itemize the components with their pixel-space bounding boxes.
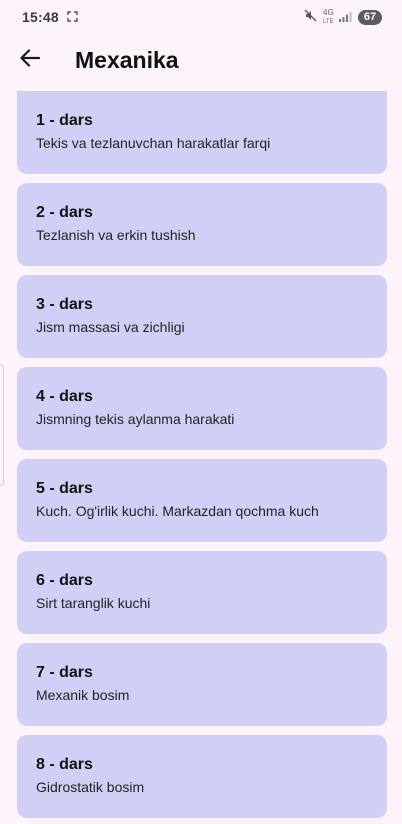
lesson-topic: Jismning tekis aylanma harakati xyxy=(36,411,235,427)
back-button[interactable] xyxy=(16,46,44,74)
lesson-topic: Gidrostatik bosim xyxy=(36,779,145,795)
arrow-left-icon xyxy=(20,48,41,72)
lesson-number: 7 - dars xyxy=(36,664,93,681)
network-type-indicator: 4G LTE xyxy=(323,7,334,26)
lesson-card-5[interactable]: 5 - dars Kuch. Og'irlik kuchi. Markazdan… xyxy=(17,459,387,542)
lesson-number: 6 - dars xyxy=(36,572,93,589)
status-time: 15:48 xyxy=(22,9,59,25)
lesson-card-8[interactable]: 8 - dars Gidrostatik bosim xyxy=(17,735,387,818)
lesson-topic: Kuch. Og'irlik kuchi. Markazdan qochma k… xyxy=(36,503,319,519)
battery-indicator: 67 xyxy=(358,9,382,25)
lesson-card-7[interactable]: 7 - dars Mexanik bosim xyxy=(17,643,387,726)
lesson-number: 3 - dars xyxy=(36,296,93,313)
lesson-number: 1 - dars xyxy=(36,112,93,129)
lesson-card-6[interactable]: 6 - dars Sirt taranglik kuchi xyxy=(17,551,387,634)
lesson-topic: Jism massasi va zichligi xyxy=(36,319,185,335)
lesson-list[interactable]: 1 - dars Tekis va tezlanuvchan harakatla… xyxy=(17,91,387,824)
status-right: 4G LTE 67 xyxy=(304,7,382,26)
lesson-card-3[interactable]: 3 - dars Jism massasi va zichligi xyxy=(17,275,387,358)
lesson-number: 8 - dars xyxy=(36,756,93,773)
status-bar: 15:48 4G LTE 67 xyxy=(0,0,402,34)
lesson-card-4[interactable]: 4 - dars Jismning tekis aylanma harakati xyxy=(17,367,387,450)
signal-icon xyxy=(339,9,352,25)
lesson-number: 5 - dars xyxy=(36,480,93,497)
lesson-topic: Tekis va tezlanuvchan harakatlar farqi xyxy=(36,135,271,151)
lesson-topic: Tezlanish va erkin tushish xyxy=(36,227,196,243)
status-left: 15:48 xyxy=(22,9,78,25)
lesson-card-2[interactable]: 2 - dars Tezlanish va erkin tushish xyxy=(17,183,387,266)
network-type-top: 4G xyxy=(323,7,334,17)
screenshot-frame-icon xyxy=(67,9,78,25)
lesson-number: 2 - dars xyxy=(36,204,93,221)
lesson-topic: Mexanik bosim xyxy=(36,687,130,703)
lesson-number: 4 - dars xyxy=(36,388,93,405)
page-title: Mexanika xyxy=(75,46,179,73)
side-edge-handle[interactable] xyxy=(0,364,4,486)
lesson-topic: Sirt taranglik kuchi xyxy=(36,595,151,611)
network-type-bottom: LTE xyxy=(323,18,334,25)
lesson-card-1[interactable]: 1 - dars Tekis va tezlanuvchan harakatla… xyxy=(17,91,387,174)
app-bar: Mexanika xyxy=(0,34,402,86)
mute-icon xyxy=(304,9,317,25)
